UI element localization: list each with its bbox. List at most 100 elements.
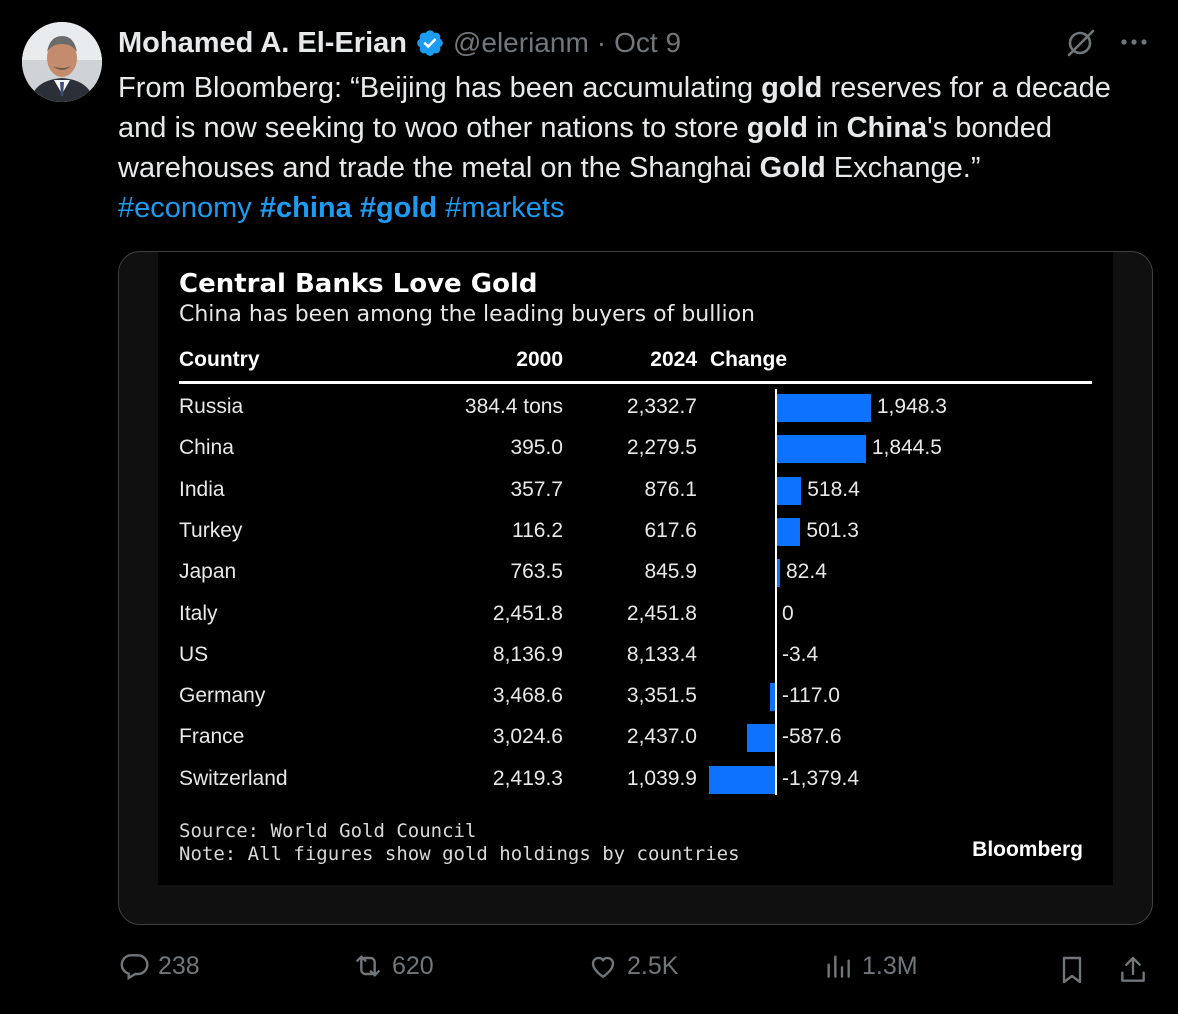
like-button[interactable]: 2.5K	[587, 950, 678, 982]
holdings-2000-cell: 3,024.6	[492, 725, 563, 749]
chart-subtitle: China has been among the leading buyers …	[179, 302, 755, 327]
tweet-date[interactable]: Oct 9	[614, 27, 681, 59]
country-cell: Germany	[179, 684, 266, 708]
tweet-text: From Bloomberg: “Beijing has been accumu…	[118, 68, 1158, 228]
holdings-2024-cell: 845.9	[644, 560, 697, 584]
holdings-2000-cell: 2,451.8	[492, 601, 563, 625]
chart-title: Central Banks Love Gold	[179, 269, 538, 299]
avatar[interactable]	[22, 22, 102, 102]
country-cell: France	[179, 725, 245, 749]
change-label: 82.4	[786, 560, 827, 584]
table-row: Switzerland 2,419.3 1,039.9 -1,379.4	[158, 761, 1113, 802]
holdings-2000-cell: 2,419.3	[492, 766, 563, 790]
country-cell: Switzerland	[179, 766, 288, 790]
country-cell: Japan	[179, 560, 237, 584]
change-label: -117.0	[782, 684, 840, 708]
change-bar	[776, 435, 866, 464]
holdings-2024-cell: 1,039.9	[626, 766, 697, 790]
reply-icon	[120, 954, 149, 981]
country-cell: US	[179, 642, 209, 666]
holdings-2024-cell: 8,133.4	[626, 642, 697, 666]
holdings-2000-cell: 357.7	[510, 477, 563, 501]
column-header-2000: 2000	[516, 348, 563, 371]
change-bar	[708, 765, 776, 794]
table-row: Japan 763.5 845.9 82.4	[158, 554, 1113, 595]
table-row: China 395.0 2,279.5 1,844.5	[158, 430, 1113, 471]
country-cell: India	[179, 477, 225, 501]
media-card[interactable]: Central Banks Love Gold China has been a…	[118, 251, 1153, 925]
holdings-2024-cell: 2,332.7	[626, 395, 697, 418]
hashtag-markets[interactable]: #markets	[445, 192, 564, 224]
separator-dot: ·	[596, 27, 607, 58]
holdings-2024-cell: 876.1	[644, 477, 697, 501]
views-count: 1.3M	[862, 951, 918, 980]
holdings-2000-cell: 763.5	[510, 560, 563, 584]
chart-note: Note: All figures show gold holdings by …	[179, 843, 740, 865]
tweet[interactable]: Mohamed A. El-Erian @elerianm · Oct 9 Fr…	[0, 0, 1178, 1014]
repost-icon	[356, 955, 380, 977]
header-rule	[179, 381, 1092, 384]
change-label: 0	[782, 601, 794, 625]
country-cell: Russia	[179, 395, 244, 418]
country-cell: Italy	[179, 601, 218, 625]
reply-button[interactable]: 238	[118, 950, 200, 982]
like-icon	[591, 956, 615, 979]
change-label: 1,844.5	[871, 436, 942, 460]
table-row: Russia 384.4 tons 2,332.7 1,948.3	[158, 389, 1113, 430]
reply-count: 238	[158, 951, 200, 980]
verified-badge-icon	[417, 30, 443, 56]
hashtag-economy[interactable]: #economy	[118, 192, 252, 224]
change-label: -587.6	[782, 725, 842, 749]
change-bar	[747, 724, 776, 753]
change-zero-axis	[775, 389, 777, 795]
share-icon[interactable]	[1117, 954, 1149, 986]
holdings-2000-cell: 116.2	[512, 518, 563, 542]
like-count: 2.5K	[627, 951, 679, 980]
repost-count: 620	[392, 951, 434, 980]
column-header-2024: 2024	[650, 348, 697, 371]
holdings-2000-cell: 384.4 tons	[464, 395, 563, 418]
change-label: -3.4	[782, 642, 819, 666]
country-cell: China	[179, 436, 234, 460]
holdings-2024-cell: 2,279.5	[626, 436, 697, 460]
tweet-body: From Bloomberg: “Beijing has been accumu…	[118, 72, 1111, 184]
hashtag-china[interactable]: #china	[260, 192, 352, 224]
holdings-2024-cell: 2,437.0	[626, 725, 697, 749]
repost-button[interactable]: 620	[352, 950, 434, 982]
change-label: 501.3	[806, 518, 859, 542]
author-name[interactable]: Mohamed A. El-Erian	[118, 27, 407, 60]
column-header-change: Change	[710, 348, 788, 371]
author-handle[interactable]: @elerianm	[453, 27, 589, 59]
change-label: -1,379.4	[782, 766, 860, 790]
chart-source: Source: World Gold Council	[179, 820, 477, 842]
chart-image: Central Banks Love Gold China has been a…	[158, 252, 1113, 885]
holdings-2024-cell: 3,351.5	[626, 684, 697, 708]
change-label: 518.4	[807, 477, 860, 501]
hashtag-gold[interactable]: #gold	[360, 192, 437, 224]
holdings-2000-cell: 8,136.9	[492, 642, 563, 666]
table-row: France 3,024.6 2,437.0 -587.6	[158, 719, 1113, 760]
holdings-2000-cell: 3,468.6	[492, 684, 563, 708]
chart-footnote: Source: World Gold Council Note: All fig…	[179, 820, 740, 866]
views-icon	[827, 955, 850, 978]
table-row: Italy 2,451.8 2,451.8 0	[158, 596, 1113, 637]
change-bar	[776, 517, 801, 546]
change-label: 1,948.3	[876, 395, 947, 418]
bookmark-icon[interactable]	[1056, 954, 1088, 986]
views-button[interactable]: 1.3M	[822, 950, 918, 982]
bloomberg-logo: Bloomberg	[972, 838, 1083, 861]
holdings-2024-cell: 617.6	[644, 518, 697, 542]
action-bar: 238 620 2.5K 1.3M	[0, 950, 1178, 990]
column-header-country: Country	[179, 348, 260, 371]
change-bar	[776, 394, 871, 422]
country-cell: Turkey	[179, 518, 243, 542]
holdings-2000-cell: 395.0	[510, 436, 563, 460]
table-row: Germany 3,468.6 3,351.5 -117.0	[158, 678, 1113, 719]
tweet-header: Mohamed A. El-Erian @elerianm · Oct 9	[118, 24, 681, 62]
table-row: India 357.7 876.1 518.4	[158, 472, 1113, 513]
more-icon[interactable]	[1118, 28, 1150, 56]
table-row: Turkey 116.2 617.6 501.3	[158, 513, 1113, 554]
change-bar	[776, 476, 802, 505]
grok-icon[interactable]	[1064, 26, 1098, 60]
table-row: US 8,136.9 8,133.4 -3.4	[158, 637, 1113, 678]
